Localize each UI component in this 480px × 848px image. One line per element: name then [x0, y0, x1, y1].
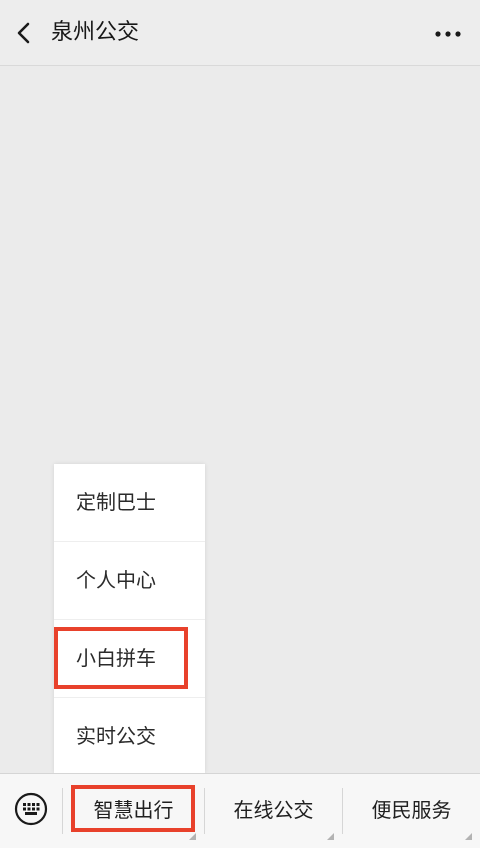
submenu-item-realtime-bus[interactable]: 实时公交: [54, 698, 205, 775]
wechat-official-account-screen: 泉州公交 定制巴士 个人中心 小白拼车 实时公交 智慧出行 在线公交 便民服务: [0, 0, 480, 848]
submenu-item-label: 实时公交: [76, 724, 156, 748]
menu-button-online-bus[interactable]: 在线公交: [205, 774, 342, 848]
submenu-popup: 定制巴士 个人中心 小白拼车 实时公交: [54, 464, 205, 773]
menu-button-convenience-service[interactable]: 便民服务: [343, 774, 480, 848]
submenu-item-label: 定制巴士: [76, 490, 156, 514]
submenu-item-personal-center[interactable]: 个人中心: [54, 542, 205, 619]
submenu-indicator-icon: [327, 833, 334, 840]
menu-button-label: 便民服务: [371, 798, 452, 822]
top-nav-bar: 泉州公交: [0, 0, 480, 66]
back-button[interactable]: [8, 13, 44, 53]
submenu-item-custom-bus[interactable]: 定制巴士: [54, 464, 205, 541]
highlight-box-carpool: [54, 627, 188, 689]
chevron-left-icon: [17, 22, 30, 44]
page-title: 泉州公交: [51, 20, 140, 45]
more-horizontal-icon: [435, 31, 461, 37]
menu-button-label: 在线公交: [233, 798, 314, 822]
keyboard-icon: [14, 792, 48, 826]
keyboard-toggle-button[interactable]: [14, 792, 48, 826]
submenu-indicator-icon: [465, 833, 472, 840]
submenu-item-label: 个人中心: [76, 568, 156, 592]
highlight-box-smart-travel: [71, 785, 195, 832]
submenu-indicator-icon: [189, 833, 196, 840]
more-button[interactable]: [430, 18, 466, 50]
